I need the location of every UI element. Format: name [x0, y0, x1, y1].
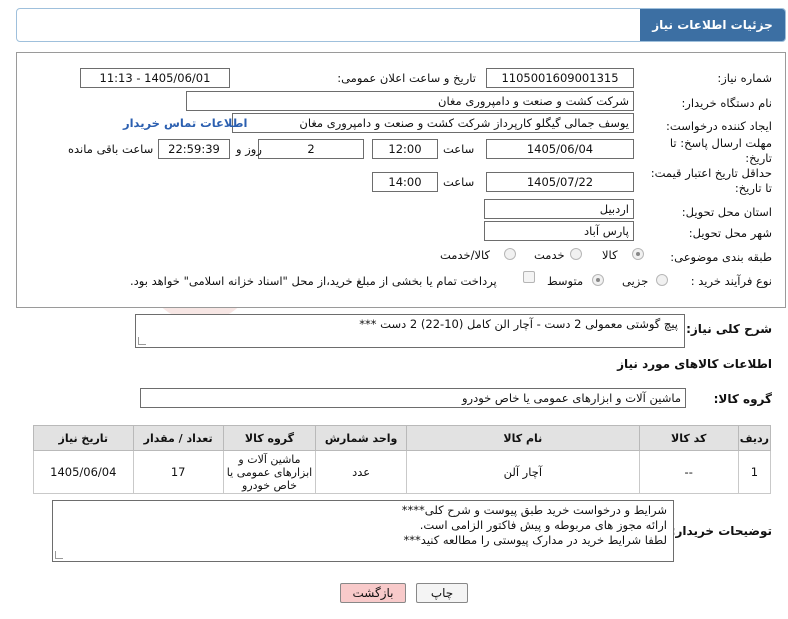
days-field: 2 [258, 139, 364, 159]
buyer-org-label: نام دستگاه خریدار: [681, 96, 772, 110]
buyer-notes-line-2: ارائه مجوز های مربوطه و پیش فاکتور الزام… [419, 518, 667, 532]
cell-group: ماشین آلات و ابزارهای عمومی یا خاص خودرو [222, 450, 317, 494]
category-option-goods-service: کالا/خدمت [440, 248, 491, 262]
requester-field: یوسف جمالی گیگلو کارپرداز شرکت کشت و صنع… [232, 113, 634, 133]
col-header-group: گروه کالا [222, 425, 317, 451]
deadline-label: مهلت ارسال پاسخ: تا تاریخ: [669, 136, 772, 165]
process-label: نوع فرآیند خرید : [690, 274, 772, 288]
buyer-notes-line-1: شرایط و درخواست خرید طبق پیوست و شرح کلی… [401, 503, 667, 517]
city-label: شهر محل تحویل: [688, 226, 772, 240]
contact-info-link[interactable]: اطلاعات تماس خریدار [123, 116, 247, 130]
cell-row: 1 [737, 450, 772, 494]
category-radio-goods-service[interactable] [504, 248, 516, 260]
category-option-goods: کالا [602, 248, 618, 262]
process-radio-minor[interactable] [656, 274, 668, 286]
print-button[interactable]: چاپ [416, 583, 468, 603]
description-text: پیچ گوشتی معمولی 2 دست - آچار الن کامل (… [359, 317, 678, 331]
announce-field: 1405/06/01 - 11:13 [80, 68, 230, 88]
cell-date: 1405/06/04 [33, 450, 134, 494]
goods-table-header: ردیف کد کالا نام کالا واحد شمارش گروه کا… [33, 425, 772, 451]
deadline-date-field: 1405/06/04 [486, 139, 634, 159]
description-label: شرح کلی نیاز: [686, 322, 772, 336]
goods-table: ردیف کد کالا نام کالا واحد شمارش گروه کا… [33, 425, 772, 494]
requester-label: ایجاد کننده درخواست: [666, 119, 772, 133]
process-option-minor: جزیی [622, 274, 649, 288]
treasury-payment-note: پرداخت تمام یا بخشی از مبلغ خرید،از محل … [130, 274, 497, 288]
buyer-notes-line-3: لطفا شرایط خرید در مدارک پیوستی را مطالع… [403, 533, 667, 547]
description-textarea: پیچ گوشتی معمولی 2 دست - آچار الن کامل (… [135, 314, 685, 348]
days-label: روز و [236, 142, 262, 156]
col-header-unit: واحد شمارش [315, 425, 408, 451]
process-option-medium: متوسط [547, 274, 584, 288]
goods-section-title: اطلاعات کالاهای مورد نیاز [617, 357, 772, 371]
goods-group-label: گروه کالا: [713, 392, 772, 406]
resize-grip-icon[interactable] [55, 551, 63, 559]
col-header-name: نام کالا [406, 425, 640, 451]
buyer-org-field: شرکت کشت و صنعت و دامپروری مغان [186, 91, 634, 111]
remaining-label: ساعت باقی مانده [68, 142, 154, 156]
price-validity-date-field: 1405/07/22 [486, 172, 634, 192]
category-label: طبقه بندی موضوعی: [670, 250, 772, 264]
price-validity-label: حداقل تاریخ اعتبار قیمت: تا تاریخ: [650, 166, 772, 195]
cell-qty: 17 [132, 450, 224, 494]
category-option-service: خدمت [534, 248, 565, 262]
province-field: اردبیل [484, 199, 634, 219]
treasury-payment-checkbox[interactable] [523, 271, 535, 283]
deadline-time-field: 12:00 [372, 139, 438, 159]
page-title: جزئیات اطلاعات نیاز [640, 9, 785, 41]
price-validity-time-field: 14:00 [372, 172, 438, 192]
deadline-time-label: ساعت [443, 142, 475, 156]
price-validity-time-label: ساعت [443, 175, 475, 189]
buyer-notes-label: توضیحات خریدار: [670, 524, 772, 538]
need-number-label: شماره نیاز: [717, 71, 772, 85]
category-radio-service[interactable] [570, 248, 582, 260]
col-header-qty: تعداد / مقدار [132, 425, 224, 451]
resize-grip-icon[interactable] [138, 337, 146, 345]
table-row: 1 -- آچار آلن عدد ماشین آلات و ابزارهای … [33, 450, 772, 494]
category-radio-goods[interactable] [632, 248, 644, 260]
process-radio-medium[interactable] [592, 274, 604, 286]
announce-label: تاریخ و ساعت اعلان عمومی: [337, 71, 476, 85]
goods-group-field: ماشین آلات و ابزارهای عمومی یا خاص خودرو [140, 388, 686, 408]
remaining-time-field: 22:59:39 [158, 139, 230, 159]
col-header-code: کد کالا [638, 425, 739, 451]
col-header-date: تاریخ نیاز [33, 425, 134, 451]
province-label: استان محل تحویل: [681, 205, 772, 219]
cell-unit: عدد [315, 450, 408, 494]
back-button[interactable]: بازگشت [340, 583, 406, 603]
buyer-notes-textarea: شرایط و درخواست خرید طبق پیوست و شرح کلی… [52, 500, 674, 562]
cell-name: آچار آلن [406, 450, 640, 494]
col-header-row: ردیف [737, 425, 772, 451]
need-number-field: 1105001609001315 [486, 68, 634, 88]
city-field: پارس آباد [484, 221, 634, 241]
cell-code: -- [638, 450, 739, 494]
page-header: جزئیات اطلاعات نیاز [16, 8, 786, 42]
